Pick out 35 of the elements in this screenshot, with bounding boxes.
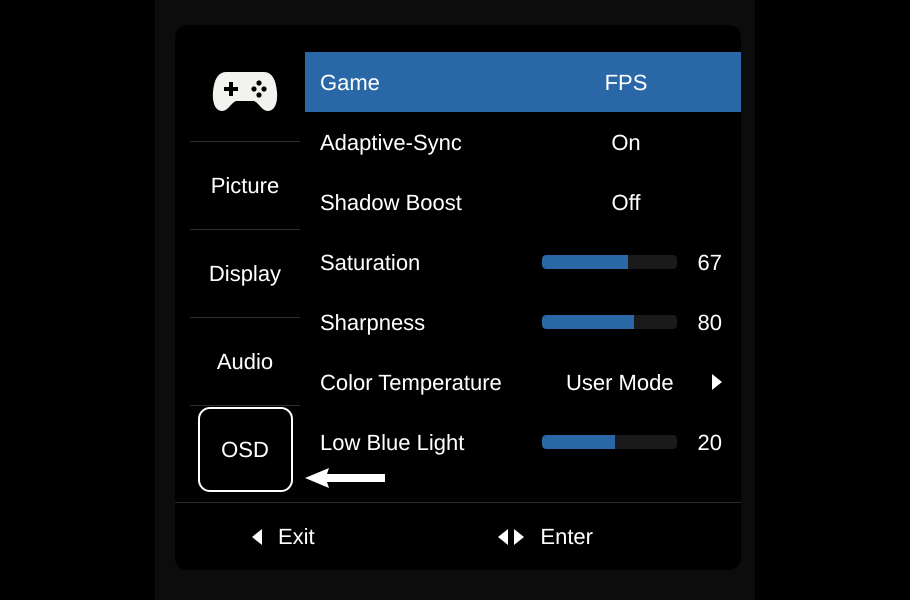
- sidebar-item[interactable]: Display: [198, 231, 292, 316]
- menu-row[interactable]: Low Blue Light 20: [305, 412, 741, 472]
- setting-label: Low Blue Light: [319, 428, 466, 457]
- slider-reading: 67: [698, 248, 722, 276]
- menu-row[interactable]: Sharpness 80: [305, 292, 741, 352]
- sidebar-item[interactable]: OSD: [198, 407, 292, 492]
- sidebar-item[interactable]: Audio: [198, 319, 292, 404]
- gamepad-icon: [212, 70, 278, 112]
- hint-label: Enter: [540, 523, 593, 551]
- setting-value: User Mode: [566, 368, 674, 396]
- menu-row[interactable]: Saturation 67: [305, 232, 741, 292]
- setting-value: On: [610, 128, 642, 156]
- slider-track[interactable]: [542, 435, 677, 449]
- slider-track[interactable]: [542, 315, 677, 329]
- setting-label: Color Temperature: [319, 368, 503, 397]
- slider-reading: 20: [698, 428, 722, 456]
- hint-label: Exit: [278, 523, 315, 551]
- menu-row[interactable]: Game FPS: [305, 52, 741, 112]
- setting-label: Shadow Boost: [319, 188, 463, 216]
- submenu-arrow-icon: [712, 374, 722, 390]
- slider-reading: 80: [698, 308, 722, 336]
- setting-label: Sharpness: [319, 308, 426, 337]
- setting-label: Adaptive-Sync: [319, 128, 463, 157]
- left-triangle-icon: [252, 528, 262, 544]
- setting-value: FPS: [604, 68, 648, 96]
- setting-value: Off: [610, 188, 642, 216]
- menu-row[interactable]: Shadow Boost Off: [305, 172, 741, 232]
- left-triangle-icon: [498, 528, 508, 544]
- sidebar-item[interactable]: Picture: [198, 143, 292, 228]
- setting-label: Saturation: [319, 248, 422, 276]
- menu-row[interactable]: Color Temperature User Mode: [305, 352, 741, 412]
- setting-label: Game: [319, 68, 381, 96]
- menu-row[interactable]: Adaptive-Sync On: [305, 112, 741, 172]
- slider-track[interactable]: [542, 255, 677, 269]
- right-triangle-icon: [514, 528, 524, 544]
